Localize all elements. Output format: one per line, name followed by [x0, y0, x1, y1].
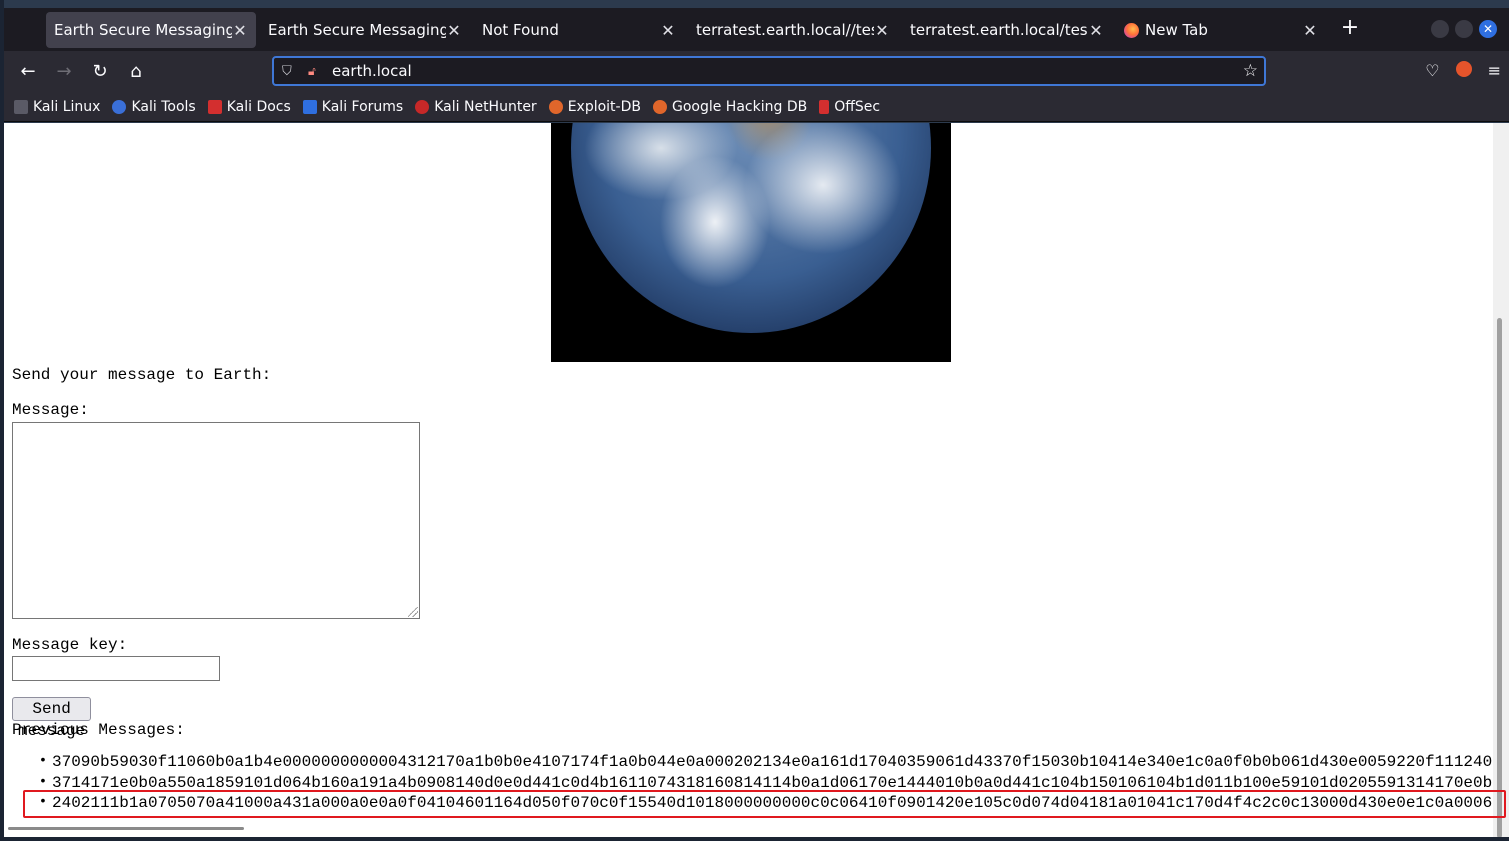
tab-terratest-testdata[interactable]: terratest.earth.local/testdata ✕ [902, 12, 1112, 48]
tab-title: terratest.earth.local/testdata [910, 21, 1088, 39]
bullet: • [38, 753, 48, 769]
tab-new-tab[interactable]: New Tab ✕ [1116, 12, 1326, 48]
bookmark-label: Kali Tools [131, 98, 196, 115]
bookmark-label: Exploit-DB [567, 98, 641, 115]
back-arrow-icon[interactable]: ← [10, 61, 46, 82]
bookmark-label: Google Hacking DB [671, 98, 808, 115]
bookmark-google-hacking-db[interactable]: Google Hacking DB [652, 98, 808, 115]
url-text[interactable]: earth.local [332, 62, 412, 80]
exploit-db-icon [548, 99, 563, 114]
bookmark-kali-forums[interactable]: Kali Forums [302, 98, 404, 115]
bookmark-kali-docs[interactable]: Kali Docs [207, 98, 291, 115]
tab-title: Earth Secure Messaging [54, 21, 232, 39]
tab-title: terratest.earth.local//testing [696, 21, 874, 39]
bookmark-offsec[interactable]: OffSec [819, 99, 880, 115]
tab-title: New Tab [1145, 21, 1208, 39]
menu-icon[interactable]: ≡ [1488, 61, 1501, 80]
home-icon[interactable]: ⌂ [118, 61, 154, 82]
resize-grip-icon[interactable] [408, 607, 418, 617]
maximize-button[interactable] [1455, 20, 1473, 38]
forward-arrow-icon[interactable]: → [46, 61, 82, 82]
tab-title: Earth Secure Messaging [268, 21, 446, 39]
scrollbar-thumb[interactable] [8, 827, 244, 830]
url-bar[interactable]: ⛉ 🔓︎ earth.local ☆ [272, 56, 1266, 86]
bookmark-star-icon[interactable]: ☆ [1243, 61, 1258, 81]
tab-title: Not Found [482, 21, 559, 39]
ghdb-icon [652, 99, 667, 114]
reload-icon[interactable]: ↻ [82, 61, 118, 82]
new-tab-button[interactable]: + [1336, 15, 1364, 40]
highlight-annotation-box [23, 790, 1506, 818]
bookmark-label: Kali Docs [226, 98, 291, 115]
tab-terratest-testing[interactable]: terratest.earth.local//testing ✕ [688, 12, 898, 48]
minimize-button[interactable] [1431, 20, 1449, 38]
close-icon[interactable]: ✕ [232, 21, 248, 40]
bookmark-label: Kali NetHunter [434, 98, 537, 115]
bookmark-label: OffSec [834, 98, 881, 115]
message-label: Message: [12, 401, 89, 419]
pocket-icon[interactable]: ♡ [1425, 61, 1439, 80]
bookmark-kali-tools[interactable]: Kali Tools [112, 98, 196, 115]
tab-earth-secure-messaging-2[interactable]: Earth Secure Messaging ✕ [260, 12, 470, 48]
bookmark-exploit-db[interactable]: Exploit-DB [548, 98, 641, 115]
bookmarks-bar: Kali Linux Kali Tools Kali Docs Kali For… [4, 92, 1509, 122]
shield-icon[interactable]: ⛉ [282, 64, 300, 79]
message-key-input[interactable] [12, 656, 220, 681]
kali-docs-icon [207, 99, 222, 114]
previous-messages-label: Previous Messages: [12, 721, 185, 739]
close-icon[interactable]: ✕ [660, 21, 676, 40]
offsec-icon [819, 99, 830, 114]
message-text: 37090b59030f11060b0a1b4e0000000000004312… [52, 753, 1493, 771]
desktop-bottom-edge [0, 837, 1509, 841]
earth-globe [571, 123, 931, 333]
earth-image [551, 123, 951, 362]
close-icon[interactable]: ✕ [1088, 21, 1104, 40]
toolbar-right: ♡ ≡ [1425, 61, 1501, 80]
bookmark-label: Kali Forums [321, 98, 404, 115]
tab-strip: Earth Secure Messaging ✕ Earth Secure Me… [4, 8, 1509, 51]
bookmark-label: Kali Linux [33, 98, 101, 115]
close-icon[interactable]: ✕ [874, 21, 890, 40]
firefox-icon [1124, 22, 1139, 38]
send-message-button[interactable]: Send message [12, 697, 92, 740]
extension-icon[interactable] [1455, 61, 1472, 77]
tab-not-found[interactable]: Not Found ✕ [474, 12, 684, 48]
tab-earth-secure-messaging-1[interactable]: Earth Secure Messaging ✕ [46, 12, 256, 48]
kali-tools-icon [112, 99, 127, 114]
key-label: Message key: [12, 636, 128, 654]
window-controls: ✕ [1431, 20, 1497, 38]
close-icon[interactable]: ✕ [446, 21, 462, 40]
kali-dragon-icon [14, 99, 28, 114]
window-close-button[interactable]: ✕ [1479, 20, 1497, 38]
bookmark-kali-nethunter[interactable]: Kali NetHunter [415, 98, 537, 115]
lock-icon[interactable]: 🔓︎ [308, 64, 324, 79]
horizontal-scrollbar[interactable] [4, 825, 1493, 837]
close-icon[interactable]: ✕ [1302, 21, 1318, 40]
message-textarea[interactable] [12, 422, 420, 619]
kali-forums-icon [302, 99, 317, 114]
page-content: Send your message to Earth: Message: Mes… [4, 123, 1493, 841]
nethunter-icon [415, 99, 430, 114]
nav-bar: ← → ↻ ⌂ ⛉ 🔓︎ earth.local ☆ ♡ ≡ [4, 51, 1509, 92]
list-item: • 37090b59030f11060b0a1b4e00000000000043… [12, 753, 1493, 771]
form-heading: Send your message to Earth: [12, 366, 272, 384]
scrollbar-thumb[interactable] [1497, 318, 1502, 838]
vertical-scrollbar[interactable] [1493, 123, 1509, 841]
bookmark-kali-linux[interactable]: Kali Linux [14, 99, 100, 115]
